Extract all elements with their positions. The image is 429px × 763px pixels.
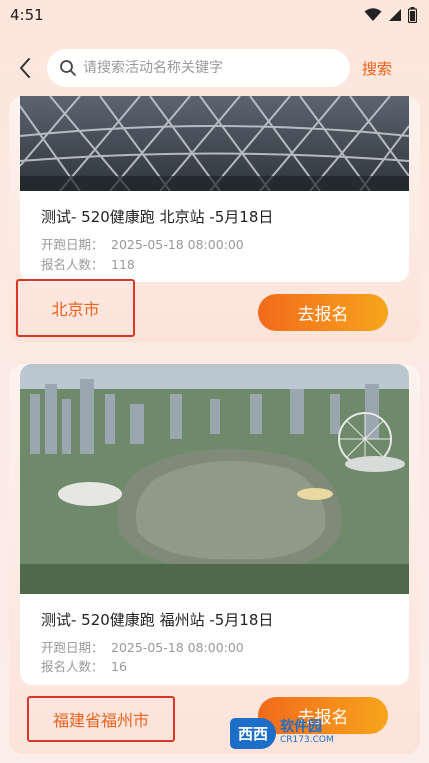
event-date-value: 2025-05-18 08:00:00 [111,237,244,252]
event-date: 开跑日期： 2025-05-18 08:00:00 [41,637,244,656]
watermark-text: 软件园 CR173.COM [280,719,334,745]
event-count: 报名人数： 118 [41,254,135,273]
search-button[interactable]: 搜索 [362,58,392,79]
event-count: 报名人数： 16 [41,656,127,675]
event-card[interactable]: 测试- 520健康跑 福州站 -5月18日 开跑日期： 2025-05-18 08… [9,364,420,754]
signal-icon [389,9,401,21]
signup-button[interactable]: 去报名 [258,294,388,331]
event-city: 福建省福州市 [52,711,149,730]
event-count-value: 118 [111,257,135,272]
event-date-label: 开跑日期： [41,237,104,252]
event-title: 测试- 520健康跑 福州站 -5月18日 [41,611,274,629]
event-city: 北京市 [51,300,100,319]
wifi-icon [364,8,382,21]
watermark-logo: 西西 软件园 CR173.COM [230,712,420,754]
event-image [20,96,409,191]
chevron-left-icon [20,58,30,78]
event-card-body[interactable]: 测试- 520健康跑 福州站 -5月18日 开跑日期： 2025-05-18 08… [20,364,409,685]
event-count-value: 16 [111,659,127,674]
event-card[interactable]: 测试- 520健康跑 北京站 -5月18日 开跑日期： 2025-05-18 08… [9,96,420,342]
event-card-body[interactable]: 测试- 520健康跑 北京站 -5月18日 开跑日期： 2025-05-18 08… [20,96,409,282]
event-image [20,364,409,594]
event-count-label: 报名人数： [41,659,104,674]
event-date-value: 2025-05-18 08:00:00 [111,640,244,655]
event-date-label: 开跑日期： [41,640,104,655]
city-highlight: 福建省福州市 [27,696,175,742]
event-title: 测试- 520健康跑 北京站 -5月18日 [41,208,274,226]
battery-icon [408,7,417,23]
watermark-url: CR173.COM [280,734,334,745]
search-header: 搜索 [0,46,429,90]
status-time: 4:51 [10,6,44,24]
search-icon [60,60,76,76]
back-button[interactable] [14,56,38,80]
event-date: 开跑日期： 2025-05-18 08:00:00 [41,234,244,253]
status-icons [364,7,417,23]
search-input[interactable] [83,60,333,76]
watermark-name: 软件园 [280,719,323,736]
city-highlight: 北京市 [16,279,135,337]
status-bar: 4:51 [0,0,429,30]
event-count-label: 报名人数： [41,257,104,272]
watermark-badge: 西西 [230,717,277,749]
search-box[interactable] [47,49,350,87]
